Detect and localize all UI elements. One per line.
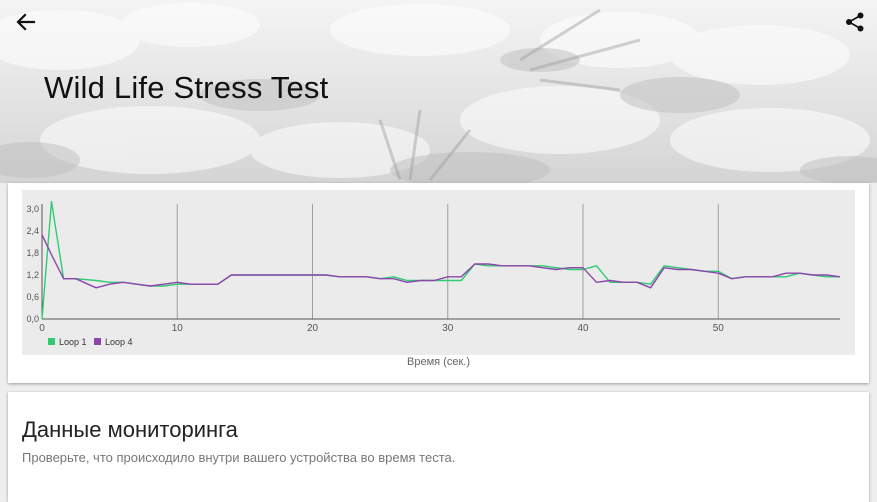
legend-swatch-2 — [94, 338, 101, 345]
y-tick-label: 3,0 — [26, 204, 39, 214]
x-tick-label: 0 — [39, 323, 45, 334]
legend-swatch-1 — [48, 338, 55, 345]
share-icon — [846, 12, 864, 32]
monitoring-title: Данные мониторинга — [22, 417, 238, 442]
legend-label-1: Loop 1 — [59, 337, 87, 347]
x-tick-label: 50 — [713, 323, 725, 334]
fps-chart-card: 0 10 20 30 40 50 0,0 0,6 1,2 1,8 2,4 3,0 Loop 1 Loop… — [8, 183, 869, 383]
y-tick-label: 1,8 — [26, 248, 39, 258]
page-title: Wild Life Stress Test — [44, 70, 329, 105]
y-tick-label: 2,4 — [26, 226, 39, 236]
x-tick-label: 30 — [442, 323, 454, 334]
back-button[interactable] — [6, 2, 46, 42]
x-tick-label: 40 — [577, 323, 589, 334]
arrow-left-icon — [16, 13, 36, 31]
fps-line-chart: 0 10 20 30 40 50 0,0 0,6 1,2 1,8 2,4 3,0 Loop 1 Loop… — [10, 200, 841, 347]
y-tick-label: 0,6 — [26, 292, 39, 302]
y-tick-label: 1,2 — [26, 270, 39, 280]
series-line-1 — [41, 200, 840, 320]
y-tick-label: 0,0 — [26, 314, 39, 324]
header-banner: Wild Life Stress Test — [0, 0, 877, 183]
chart-area: 0 10 20 30 40 50 0,0 0,6 1,2 1,8 2,4 3,0 Loop 1 Loop… — [10, 190, 855, 355]
monitoring-card: Данные мониторинга Проверьте, что происх… — [8, 392, 869, 502]
x-tick-label: 20 — [307, 323, 319, 334]
monitoring-subtitle: Проверьте, что происходило внутри вашего… — [22, 450, 456, 465]
legend-label-2: Loop 4 — [105, 337, 133, 347]
x-tick-label: 10 — [172, 323, 184, 334]
share-button[interactable] — [835, 2, 875, 42]
x-axis-title: Время (сек.) — [407, 356, 470, 368]
